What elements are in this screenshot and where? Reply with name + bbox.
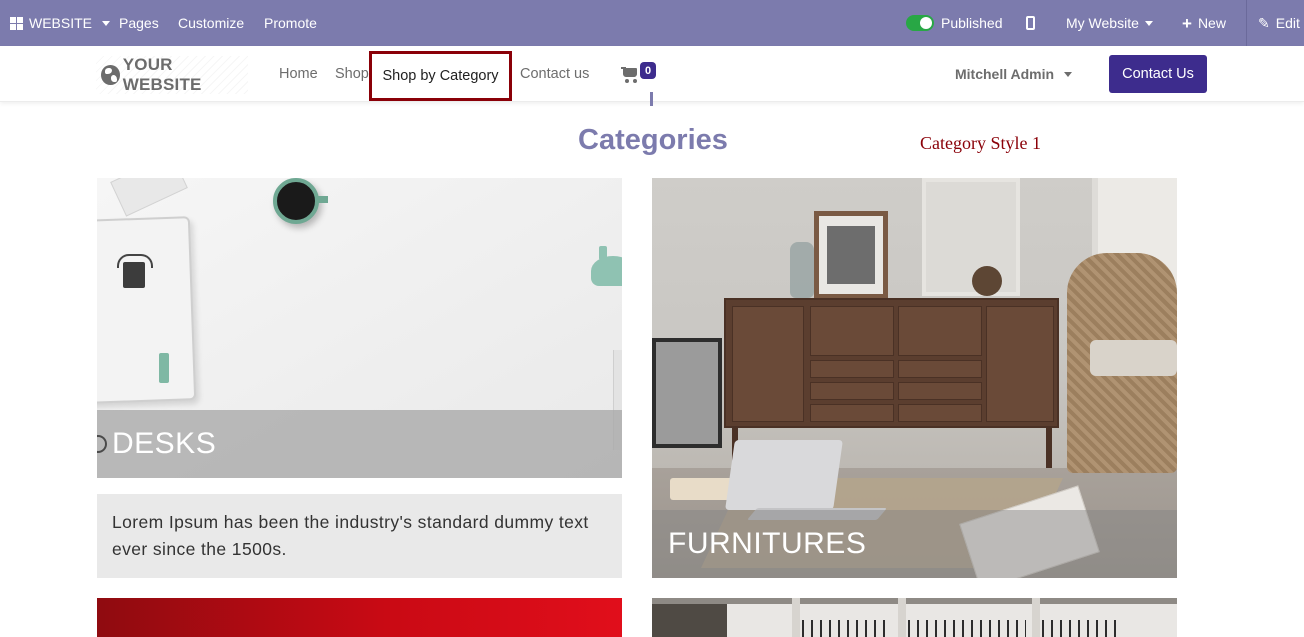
user-menu[interactable]: Mitchell Admin bbox=[955, 46, 1073, 102]
pencil-icon: ✎ bbox=[1258, 14, 1270, 31]
published-toggle[interactable]: Published bbox=[906, 0, 1003, 46]
logo-text: YOUR WEBSITE bbox=[122, 55, 202, 94]
category-card-image[interactable] bbox=[97, 598, 622, 637]
category-title: DESKS bbox=[112, 427, 217, 460]
edit-button[interactable]: ✎ Edit bbox=[1258, 0, 1300, 46]
toggle-switch-icon bbox=[906, 15, 934, 31]
category-card-furnitures[interactable]: FURNITURES bbox=[652, 178, 1177, 578]
new-label: New bbox=[1197, 15, 1226, 31]
page-title: Categories bbox=[578, 124, 728, 156]
text-cursor-mark bbox=[650, 92, 653, 106]
mobile-preview-icon bbox=[1026, 16, 1035, 30]
cart-button[interactable]: 0 bbox=[621, 62, 657, 88]
category-card-desks[interactable]: DESKS Lorem Ipsum has been the industry'… bbox=[97, 178, 622, 578]
cart-count-badge: 0 bbox=[640, 62, 656, 79]
site-selector-label: My Website bbox=[1066, 15, 1139, 31]
nav-shop-by-category[interactable]: Shop by Category bbox=[369, 51, 512, 101]
site-selector[interactable]: My Website bbox=[1066, 0, 1153, 46]
caret-down-icon bbox=[1064, 71, 1073, 77]
caret-down-icon bbox=[102, 20, 111, 26]
admin-bar: WEBSITE Pages Customize Promote Publishe… bbox=[0, 0, 1304, 46]
caret-down-icon bbox=[1144, 20, 1153, 26]
globe-icon bbox=[101, 65, 120, 85]
category-title: FURNITURES bbox=[668, 527, 867, 560]
promote-menu[interactable]: Promote bbox=[264, 0, 317, 46]
site-logo[interactable]: YOUR WEBSITE bbox=[96, 55, 248, 94]
pages-menu[interactable]: Pages bbox=[119, 0, 159, 46]
nav-home[interactable]: Home bbox=[279, 46, 318, 102]
category-style-label: Category Style 1 bbox=[920, 133, 1041, 153]
website-menu-label: WEBSITE bbox=[29, 15, 93, 31]
category-description: Lorem Ipsum has been the industry's stan… bbox=[97, 494, 622, 578]
user-name: Mitchell Admin bbox=[955, 66, 1055, 82]
plus-icon: + bbox=[1182, 13, 1192, 33]
category-card-image[interactable] bbox=[652, 598, 1177, 637]
contact-us-button[interactable]: Contact Us bbox=[1109, 55, 1207, 93]
apps-grid-icon bbox=[10, 16, 23, 30]
published-label: Published bbox=[941, 15, 1003, 31]
nav-contact-us[interactable]: Contact us bbox=[520, 46, 589, 102]
new-button[interactable]: + New bbox=[1182, 0, 1226, 46]
mobile-preview-button[interactable] bbox=[1026, 0, 1035, 46]
website-menu[interactable]: WEBSITE bbox=[10, 0, 111, 46]
customize-menu[interactable]: Customize bbox=[178, 0, 244, 46]
admin-bar-divider bbox=[1246, 0, 1247, 46]
edit-label: Edit bbox=[1275, 15, 1300, 31]
nav-shop[interactable]: Shop bbox=[335, 46, 369, 102]
